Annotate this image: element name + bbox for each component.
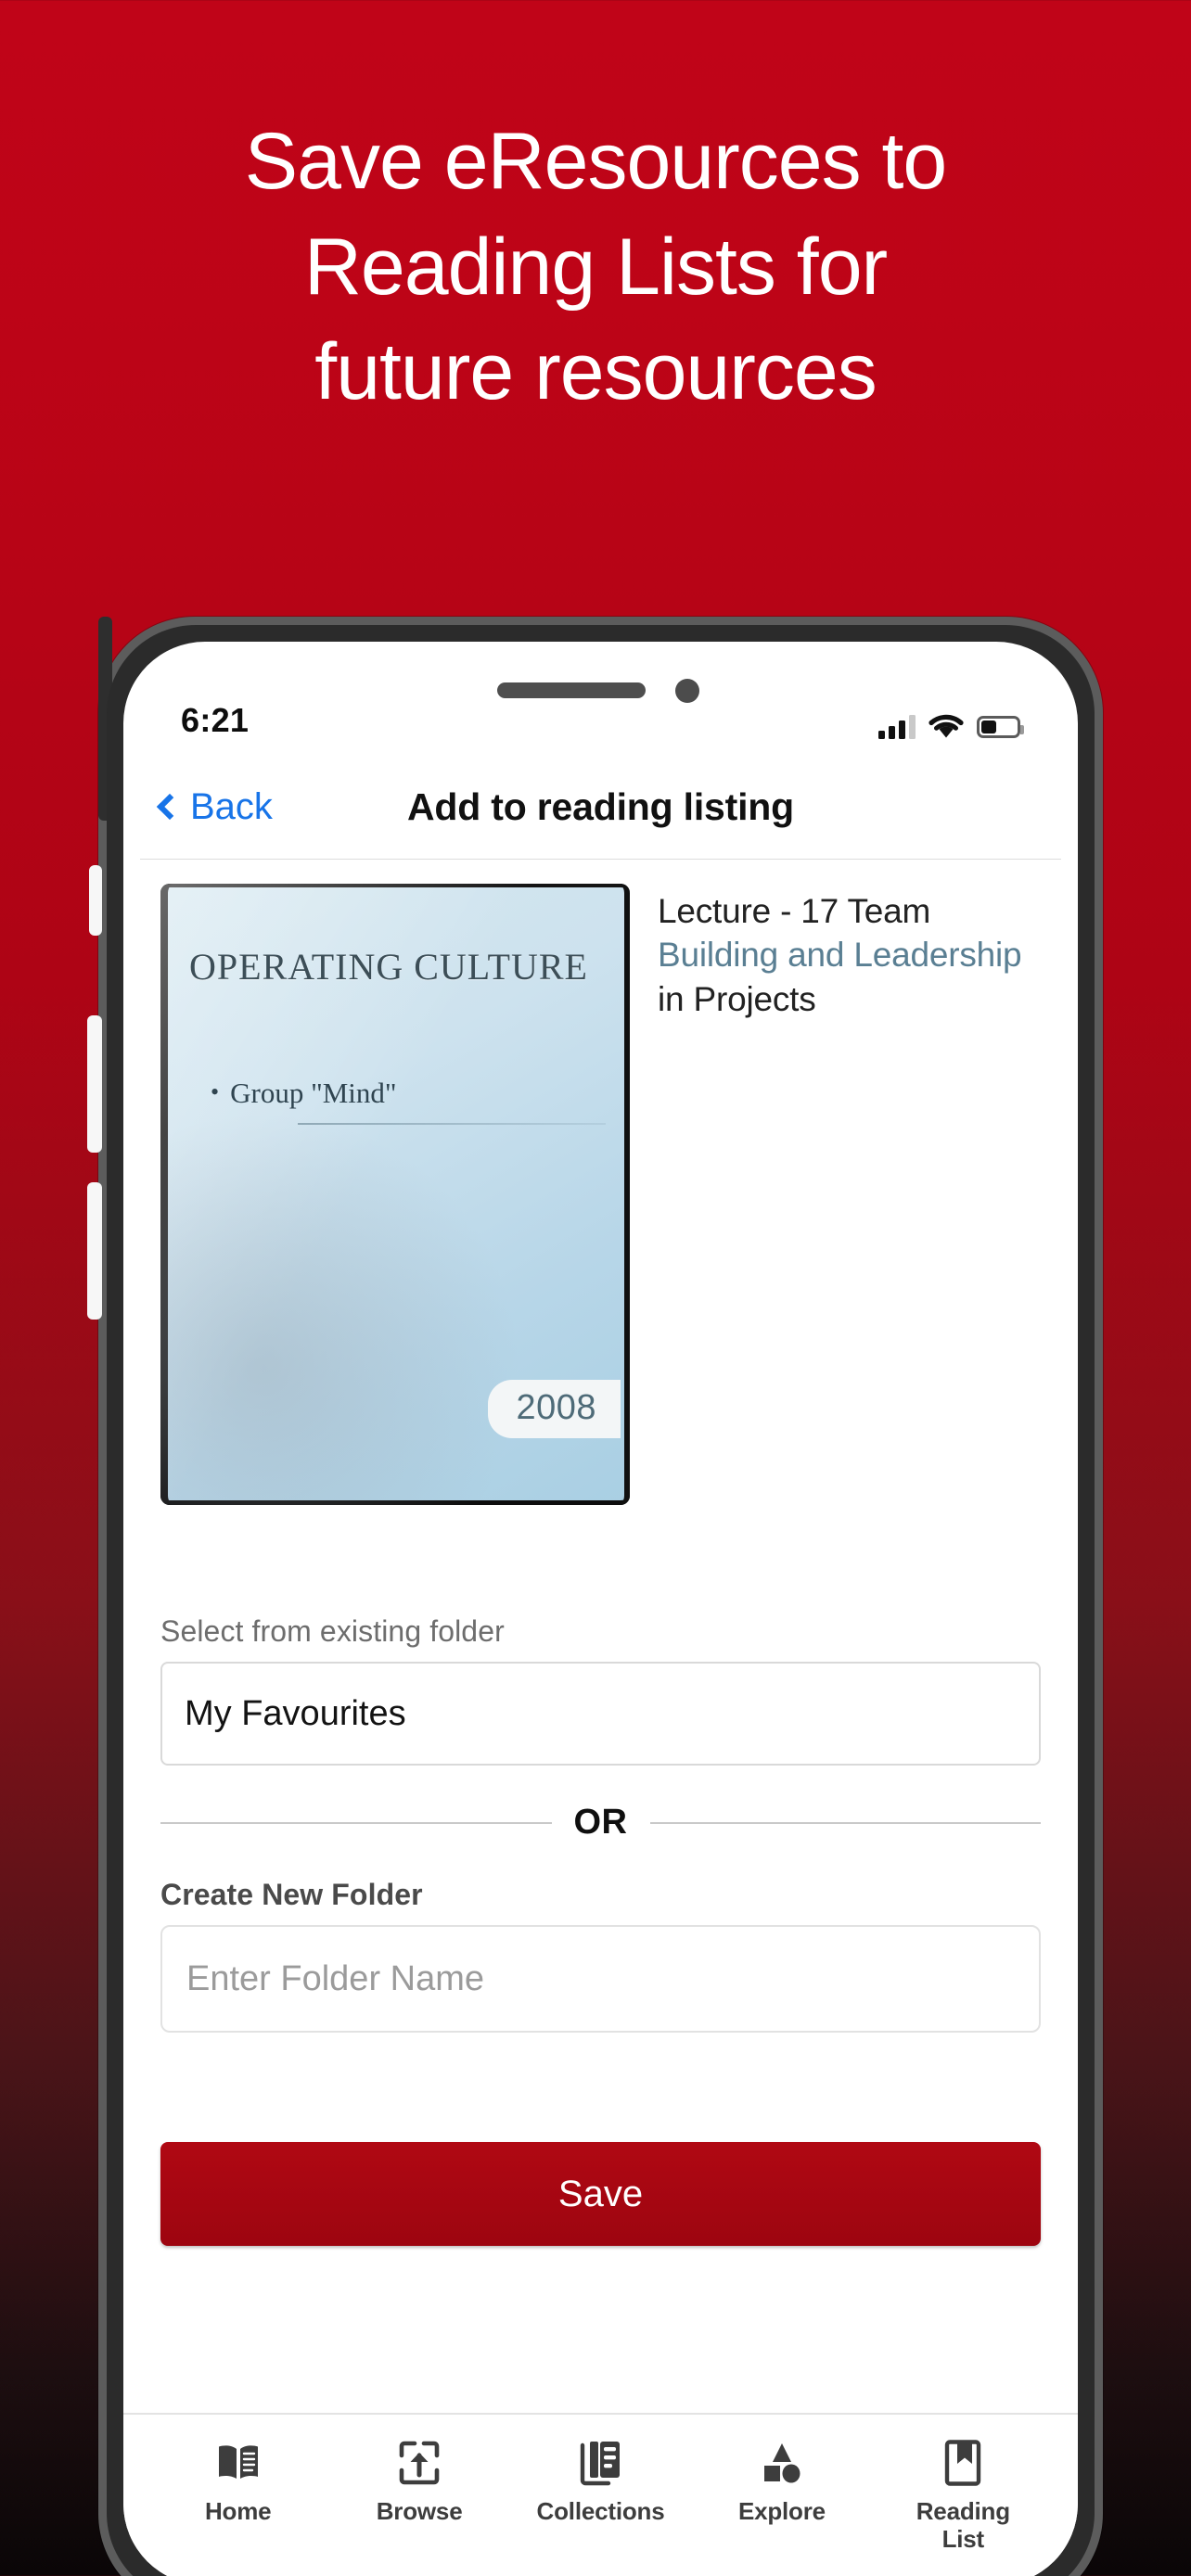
tab-explore-label: Explore <box>737 2497 826 2526</box>
cover-underline <box>298 1123 606 1125</box>
divider-line-left <box>160 1821 552 1824</box>
tab-browse[interactable]: Browse <box>328 2439 509 2554</box>
cover-slide-title: OPERATING CULTURE <box>189 946 588 988</box>
resource-title: Lecture - 17 Team Building and Leadershi… <box>658 884 1041 1505</box>
shapes-icon <box>760 2439 804 2487</box>
existing-folder-value: My Favourites <box>185 1693 406 1733</box>
resource-summary: OPERATING CULTURE Group "Mind" 2008 Lect… <box>123 860 1078 1505</box>
volume-up-button[interactable] <box>87 1015 102 1153</box>
navigation-bar: Back Add to reading listing <box>123 755 1078 859</box>
resource-title-suffix: in Projects <box>658 979 816 1018</box>
status-bar: 6:21 <box>123 642 1078 755</box>
promo-headline: Save eResources to Reading Lists for fut… <box>0 109 1191 426</box>
open-book-icon <box>215 2439 262 2487</box>
divider-line-right <box>649 1821 1041 1824</box>
tab-home-label: Home <box>204 2497 272 2526</box>
tab-reading-list-label: Reading List <box>916 2497 1010 2554</box>
tab-browse-label: Browse <box>376 2497 463 2526</box>
earpiece-speaker-icon <box>496 682 646 698</box>
status-indicators <box>878 714 1024 740</box>
resource-title-highlight: Building and Leadership <box>658 936 1022 975</box>
reading-list-form: Select from existing folder My Favourite… <box>123 1614 1078 2033</box>
save-button[interactable]: Save <box>160 2142 1041 2246</box>
phone-upload-icon <box>399 2439 440 2487</box>
phone-mockup: 6:21 Back Add to reading listing OPERATI… <box>87 617 1103 2576</box>
new-folder-placeholder: Enter Folder Name <box>186 1958 485 1998</box>
front-camera-icon <box>674 679 699 703</box>
main-content: OPERATING CULTURE Group "Mind" 2008 Lect… <box>123 860 1078 2246</box>
cellular-signal-icon <box>878 715 916 739</box>
new-folder-label: Create New Folder <box>160 1878 423 1911</box>
battery-icon <box>977 716 1024 738</box>
tab-reading-list[interactable]: Reading List <box>873 2439 1054 2554</box>
new-folder-input[interactable]: Enter Folder Name <box>160 1925 1041 2033</box>
tab-collections[interactable]: Collections <box>510 2439 691 2554</box>
wifi-icon <box>928 714 964 740</box>
or-divider: OR <box>160 1803 1041 1843</box>
headline-line-3: future resources <box>314 327 877 417</box>
volume-down-button[interactable] <box>87 1182 102 1320</box>
phone-screen: 6:21 Back Add to reading listing OPERATI… <box>123 642 1078 2576</box>
bookmark-icon <box>944 2439 981 2487</box>
chevron-left-icon <box>156 793 184 821</box>
tab-collections-label: Collections <box>536 2497 665 2526</box>
bottom-tab-bar: Home Browse Collections Explore Reading … <box>123 2413 1078 2576</box>
back-button[interactable]: Back <box>156 785 273 828</box>
silent-switch-button[interactable] <box>89 865 102 936</box>
headline-line-2: Reading Lists for <box>303 222 888 312</box>
resource-title-prefix: Lecture - 17 Team <box>658 892 931 930</box>
divider-label: OR <box>573 1803 628 1842</box>
stacked-documents-icon <box>579 2439 623 2487</box>
existing-folder-label: Select from existing folder <box>160 1614 505 1648</box>
save-button-label: Save <box>557 2173 644 2214</box>
phone-bezel: 6:21 Back Add to reading listing OPERATI… <box>107 625 1095 2576</box>
tab-home[interactable]: Home <box>147 2439 328 2554</box>
resource-cover-image[interactable]: OPERATING CULTURE Group "Mind" 2008 <box>160 884 630 1505</box>
tab-explore[interactable]: Explore <box>691 2439 872 2554</box>
back-button-label: Back <box>190 785 273 827</box>
publication-year-badge: 2008 <box>488 1380 621 1438</box>
status-time: 6:21 <box>181 701 250 739</box>
headline-line-1: Save eResources to <box>244 117 947 206</box>
cover-slide-bullet: Group "Mind" <box>211 1077 396 1110</box>
existing-folder-select[interactable]: My Favourites <box>160 1662 1041 1766</box>
